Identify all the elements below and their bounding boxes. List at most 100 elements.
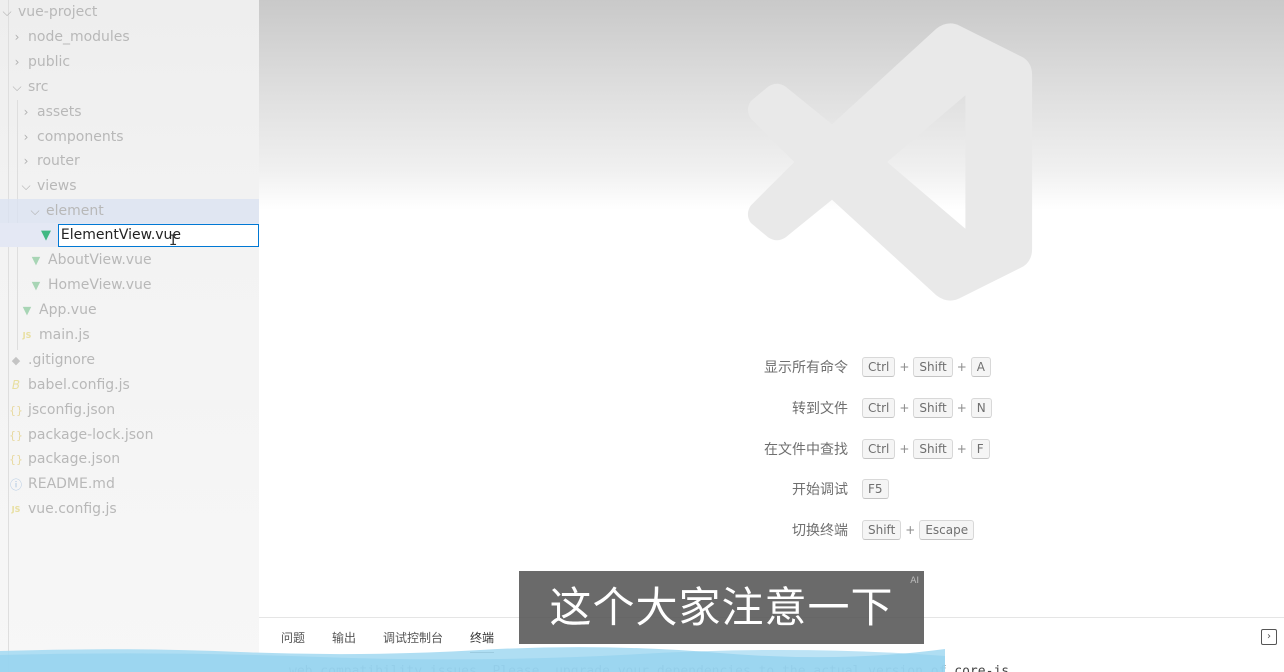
tree-item-label: AboutView.vue (48, 252, 152, 268)
shortcut-label: 在文件中查找 (764, 441, 848, 458)
shortcut-list: 显示所有命令 Ctrl + Shift + A 转到文件 Ctrl + Shif… (729, 356, 1109, 560)
key-shift: Shift (913, 438, 953, 459)
plus-sign: + (956, 441, 967, 456)
shortcut-label: 转到文件 (792, 400, 848, 417)
chevron-down-icon: ⌵ (30, 203, 40, 218)
tree-file-rename-row[interactable]: ▼ (0, 223, 259, 247)
tree-folder-vue-project[interactable]: ⌵ vue-project (0, 0, 259, 24)
tree-item-label: views (37, 178, 77, 194)
video-subtitle: 这个大家注意一下 AI (519, 571, 924, 644)
key-shift: Shift (862, 520, 902, 541)
key-n: N (970, 397, 992, 418)
babel-file-icon: B (11, 378, 21, 392)
tree-folder-views[interactable]: ⌵ views (0, 174, 259, 198)
vue-file-icon: ▼ (31, 278, 41, 292)
shortcut-show-all-commands: 显示所有命令 Ctrl + Shift + A (729, 356, 1109, 378)
explorer-sidebar: ⌵ vue-project › node_modules › public ⌵ … (0, 0, 259, 672)
tree-item-label: node_modules (28, 29, 130, 45)
brush-stroke-overlay (0, 647, 945, 672)
tree-item-label: vue-project (18, 4, 98, 20)
tree-file-gitignore[interactable]: ◆ .gitignore (0, 348, 259, 372)
ai-badge: AI (910, 576, 919, 586)
tree-file-app-vue[interactable]: ▼ App.vue (0, 298, 259, 322)
tree-item-label: .gitignore (28, 352, 95, 368)
vue-file-icon: ▼ (40, 227, 51, 243)
shortcut-go-to-file: 转到文件 Ctrl + Shift + N (729, 397, 1109, 419)
text-cursor-icon: I (169, 233, 178, 249)
key-shift: Shift (913, 397, 953, 418)
chevron-down-icon: ⌵ (12, 79, 22, 94)
json-file-icon: {} (9, 403, 23, 417)
tree-folder-assets[interactable]: › assets (0, 100, 259, 124)
tree-item-label: package-lock.json (28, 427, 154, 443)
tree-item-label: jsconfig.json (28, 402, 116, 418)
key-ctrl: Ctrl (862, 397, 896, 418)
tree-file-jsconfig[interactable]: {} jsconfig.json (0, 398, 259, 422)
json-file-icon: {} (9, 452, 23, 466)
key-ctrl: Ctrl (862, 357, 896, 377)
info-file-icon: ⓘ (9, 477, 22, 492)
tree-file-main-js[interactable]: JS main.js (0, 323, 259, 347)
tree-item-label: assets (37, 104, 82, 120)
key-a: A (970, 357, 991, 377)
tree-item-label: public (28, 54, 71, 70)
subtitle-text: 这个大家注意一下 (549, 583, 894, 632)
tree-folder-element[interactable]: ⌵ element (0, 199, 259, 223)
rename-input[interactable] (57, 223, 259, 247)
key-f5: F5 (862, 479, 889, 500)
tree-item-label: README.md (28, 476, 115, 492)
key-escape: Escape (919, 520, 975, 541)
key-ctrl: Ctrl (862, 438, 896, 459)
shortcut-toggle-terminal: 切换终端 Shift + Escape (729, 519, 1109, 541)
tree-item-label: babel.config.js (28, 377, 130, 393)
shortcut-label: 开始调试 (792, 482, 848, 499)
js-file-icon: JS (11, 504, 21, 514)
shortcut-label: 显示所有命令 (764, 360, 848, 376)
plus-sign: + (956, 360, 967, 374)
key-f: F (970, 438, 990, 459)
plus-sign: + (956, 400, 967, 415)
tree-item-label: src (28, 79, 49, 95)
shortcut-find-in-files: 在文件中查找 Ctrl + Shift + F (729, 438, 1109, 460)
chevron-right-icon: › (14, 55, 20, 69)
json-file-icon: {} (9, 428, 23, 442)
tree-item-label: package.json (28, 451, 121, 467)
tree-item-label: element (46, 203, 104, 219)
vue-file-icon: ▼ (31, 253, 41, 267)
chevron-right-icon: › (23, 154, 29, 168)
vscode-logo-icon (747, 23, 1033, 301)
tree-folder-node-modules[interactable]: › node_modules (0, 25, 259, 49)
git-file-icon: ◆ (11, 353, 21, 367)
tree-item-label: main.js (39, 327, 90, 343)
tree-item-label: vue.config.js (28, 501, 117, 517)
key-shift: Shift (913, 357, 953, 377)
vue-file-icon: ▼ (22, 303, 32, 317)
chevron-right-icon: › (14, 30, 20, 44)
plus-sign: + (899, 441, 910, 456)
tree-item-label: router (37, 153, 80, 169)
plus-sign: + (899, 400, 910, 415)
chevron-down-icon: ⌵ (21, 178, 31, 193)
editor-empty-state: 显示所有命令 Ctrl + Shift + A 转到文件 Ctrl + Shif… (259, 0, 1284, 617)
tree-folder-public[interactable]: › public (0, 50, 259, 74)
tree-folder-src[interactable]: ⌵ src (0, 75, 259, 99)
tree-folder-components[interactable]: › components (0, 125, 259, 149)
tree-file-package-json[interactable]: {} package.json (0, 447, 259, 471)
plus-sign: + (905, 523, 916, 538)
tree-item-label: components (37, 129, 124, 145)
js-file-icon: JS (22, 330, 32, 340)
panel-maximize-icon[interactable]: › (1261, 629, 1277, 645)
tree-file-homeview[interactable]: ▼ HomeView.vue (0, 273, 259, 297)
tree-file-package-lock[interactable]: {} package-lock.json (0, 423, 259, 447)
tree-file-aboutview[interactable]: ▼ AboutView.vue (0, 248, 259, 272)
tree-file-babel-config[interactable]: B babel.config.js (0, 373, 259, 397)
chevron-right-icon: › (23, 105, 29, 119)
plus-sign: + (899, 360, 910, 374)
shortcut-label: 切换终端 (792, 523, 848, 540)
tree-folder-router[interactable]: › router (0, 149, 259, 173)
chevron-down-icon: ⌵ (2, 4, 12, 19)
tree-item-label: App.vue (39, 302, 97, 318)
tree-file-vue-config[interactable]: JS vue.config.js (0, 497, 259, 521)
tree-item-label: HomeView.vue (48, 277, 152, 293)
tree-file-readme[interactable]: ⓘ README.md (0, 472, 259, 496)
